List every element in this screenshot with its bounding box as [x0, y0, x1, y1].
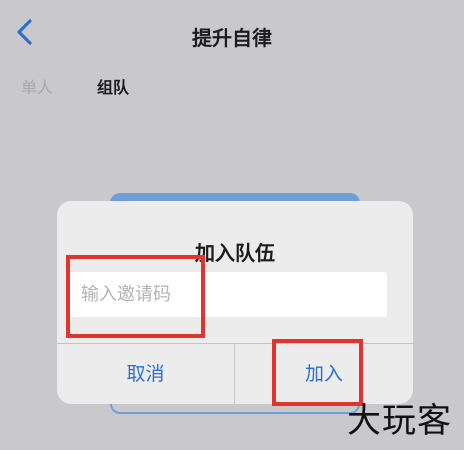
tab-single[interactable]: 单人 — [21, 74, 53, 98]
cancel-button[interactable]: 取消 — [57, 344, 234, 404]
watermark: 大玩客 — [347, 401, 452, 441]
tab-team[interactable]: 组队 — [97, 74, 129, 98]
input-highlight-box — [66, 255, 205, 338]
page-title: 提升自律 — [192, 26, 272, 50]
